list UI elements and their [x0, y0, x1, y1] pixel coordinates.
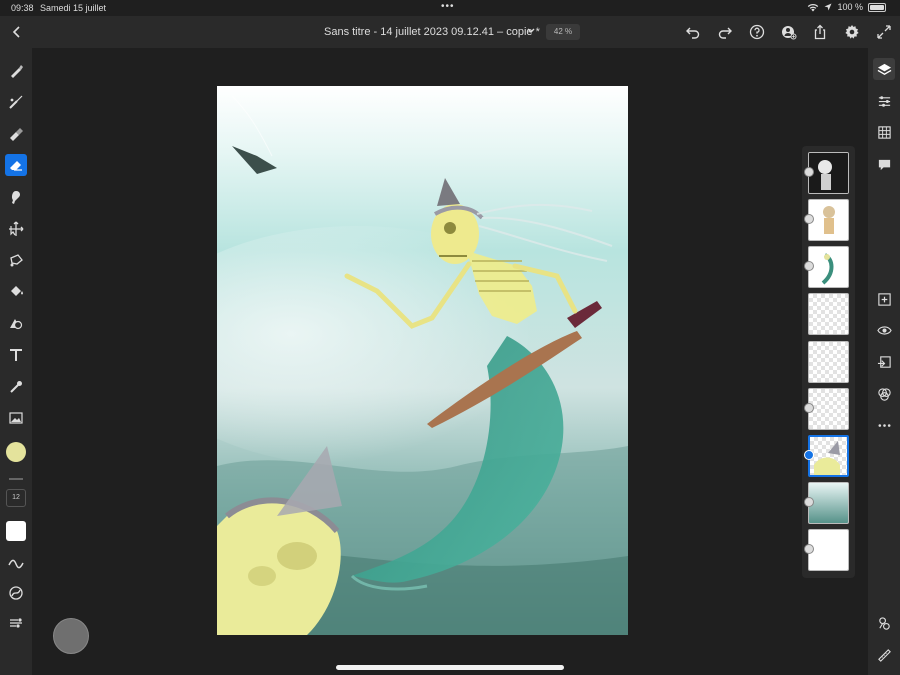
layer-visibility-icon[interactable]: [804, 214, 814, 224]
smoothing-icon[interactable]: [5, 553, 27, 575]
layer-thumbnail[interactable]: [808, 341, 849, 383]
status-date: Samedi 15 juillet: [40, 3, 107, 13]
image-icon[interactable]: [5, 407, 27, 429]
battery-icon: [868, 2, 886, 12]
visibility-icon[interactable]: [873, 319, 895, 341]
battery-percent: 100 %: [837, 2, 863, 12]
layer-thumbnail[interactable]: [808, 388, 849, 430]
brush-size[interactable]: 12: [6, 489, 26, 507]
layer-thumbnail[interactable]: [808, 246, 849, 288]
status-bar: 09:38 Samedi 15 juillet ••• 100 %: [0, 0, 900, 16]
layer-thumbnail[interactable]: [808, 152, 849, 194]
layers-icon[interactable]: [873, 58, 895, 80]
help-icon[interactable]: [749, 24, 765, 40]
fullscreen-icon[interactable]: [876, 24, 892, 40]
text-icon[interactable]: [5, 344, 27, 366]
move-icon[interactable]: [5, 218, 27, 240]
brush-settings-icon[interactable]: [5, 582, 27, 604]
zoom-level[interactable]: 42 %: [546, 24, 580, 40]
chevron-down-icon[interactable]: [526, 25, 536, 37]
size-slider-handle[interactable]: [9, 478, 23, 480]
settings-gear-icon[interactable]: [844, 24, 860, 40]
layer-thumbnail-background[interactable]: [808, 529, 849, 571]
drawing-canvas[interactable]: [217, 86, 628, 635]
more-icon[interactable]: [873, 414, 895, 436]
eraser-icon[interactable]: [5, 154, 27, 176]
eraser-brush-icon[interactable]: [5, 123, 27, 145]
wifi-icon: [808, 3, 819, 12]
ruler-icon[interactable]: [873, 644, 895, 666]
location-icon: [824, 3, 832, 11]
pressure-icon[interactable]: [5, 612, 27, 634]
grid-icon[interactable]: [873, 121, 895, 143]
layer-thumbnail[interactable]: [808, 482, 849, 524]
layer-thumbnail[interactable]: [808, 199, 849, 241]
share-icon[interactable]: [812, 24, 828, 40]
undo-icon[interactable]: [685, 24, 701, 40]
smudge-icon[interactable]: [5, 186, 27, 208]
color-swatch[interactable]: [6, 442, 26, 462]
home-indicator[interactable]: [336, 665, 564, 670]
status-right: 100 %: [807, 2, 886, 12]
lasso-icon[interactable]: [5, 249, 27, 271]
blend-icon[interactable]: [873, 383, 895, 405]
hand-icon[interactable]: [873, 612, 895, 634]
import-icon[interactable]: [873, 351, 895, 373]
eyedropper-icon[interactable]: [5, 376, 27, 398]
back-chevron-icon[interactable]: [10, 22, 24, 42]
document-title[interactable]: Sans titre - 14 juillet 2023 09.12.41 – …: [324, 26, 540, 38]
shape-icon[interactable]: [5, 312, 27, 334]
touch-shortcut-button[interactable]: [53, 618, 89, 654]
comments-icon[interactable]: [873, 153, 895, 175]
artwork: [217, 86, 628, 635]
right-toolbar: [868, 48, 900, 675]
mixer-brush-icon[interactable]: [5, 91, 27, 113]
top-bar: Sans titre - 14 juillet 2023 09.12.41 – …: [0, 16, 900, 48]
layer-active-icon[interactable]: [804, 450, 814, 460]
layer-visibility-icon[interactable]: [804, 167, 814, 177]
redo-icon[interactable]: [717, 24, 733, 40]
adjustments-icon[interactable]: [873, 90, 895, 112]
brush-icon[interactable]: [5, 60, 27, 82]
layer-thumbnail[interactable]: [808, 293, 849, 335]
left-toolbar: 12: [0, 48, 32, 675]
layer-visibility-icon[interactable]: [804, 544, 814, 554]
layer-visibility-icon[interactable]: [804, 403, 814, 413]
layer-thumbnail-selected[interactable]: [808, 435, 849, 477]
status-time: 09:38: [11, 3, 34, 13]
fill-icon[interactable]: [5, 281, 27, 303]
layer-visibility-icon[interactable]: [804, 261, 814, 271]
layer-visibility-icon[interactable]: [804, 497, 814, 507]
opacity-swatch[interactable]: [6, 521, 26, 541]
invite-user-icon[interactable]: [781, 24, 797, 40]
multitask-dots-icon[interactable]: •••: [441, 1, 455, 12]
add-layer-icon[interactable]: [873, 288, 895, 310]
layers-panel: [802, 146, 855, 578]
